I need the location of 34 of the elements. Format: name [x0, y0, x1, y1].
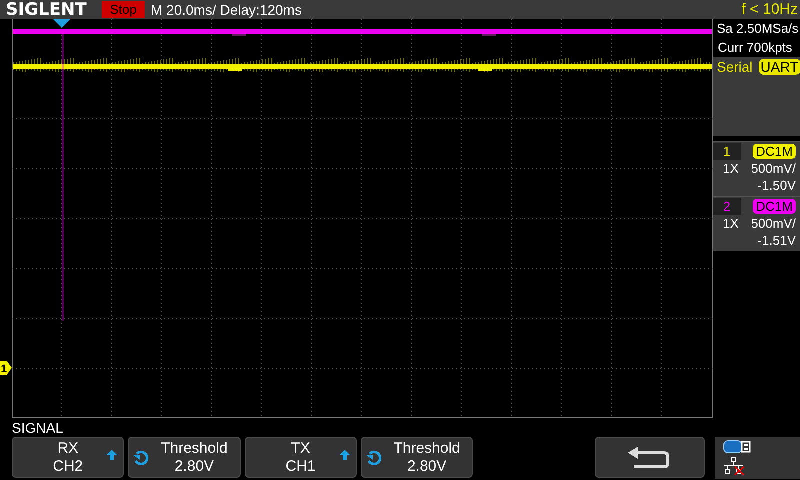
vertical-scale: 500mV/	[751, 216, 796, 231]
channel-panel[interactable]: 1 DC1M 1X 500mV/ -1.50V	[713, 141, 800, 196]
channel-number: 1	[713, 142, 741, 160]
network-disconnected-icon[interactable]	[722, 457, 746, 475]
up-arrow-icon	[107, 450, 118, 460]
rotate-knob-icon	[133, 450, 150, 466]
coupling-badge: DC1M	[753, 144, 796, 158]
return-arrow-icon	[628, 446, 672, 468]
usb-icon[interactable]	[722, 440, 752, 454]
threshold-button[interactable]: Threshold 2.80V	[128, 437, 241, 478]
up-arrow-icon	[340, 450, 350, 460]
rotate-knob-icon	[366, 450, 382, 466]
vertical-offset: -1.51V	[758, 232, 796, 249]
source-select-button[interactable]: RX CH2	[12, 437, 124, 478]
menu-title: SIGNAL	[11, 418, 64, 437]
protocol-badge: UART	[758, 59, 800, 75]
probe-ratio: 1X	[723, 161, 739, 176]
channel-panel[interactable]: 2 DC1M 1X 500mV/ -1.51V	[713, 196, 800, 251]
timebase-label: M 20.0ms/ Delay:120ms	[151, 2, 303, 18]
vertical-scale: 500mV/	[751, 161, 796, 176]
sample-rate: Sa 2.50MSa/s	[716, 20, 800, 38]
frequency-readout: f < 10Hz	[742, 1, 798, 18]
back-button[interactable]	[595, 437, 704, 478]
memory-depth: Curr 700kpts	[717, 39, 794, 57]
threshold-button[interactable]: Threshold 2.80V	[360, 437, 474, 478]
brand-logo: SIGLENT	[6, 0, 88, 20]
probe-ratio: 1X	[723, 216, 739, 231]
run-state-badge[interactable]: Stop	[102, 1, 145, 18]
channel-number: 2	[713, 198, 741, 214]
vertical-offset: -1.50V	[758, 177, 796, 194]
channel-marker[interactable]: 1	[0, 361, 12, 375]
source-select-button[interactable]: TX CH1	[244, 437, 357, 478]
coupling-badge: DC1M	[753, 198, 796, 214]
decode-label: Serial	[717, 59, 753, 75]
